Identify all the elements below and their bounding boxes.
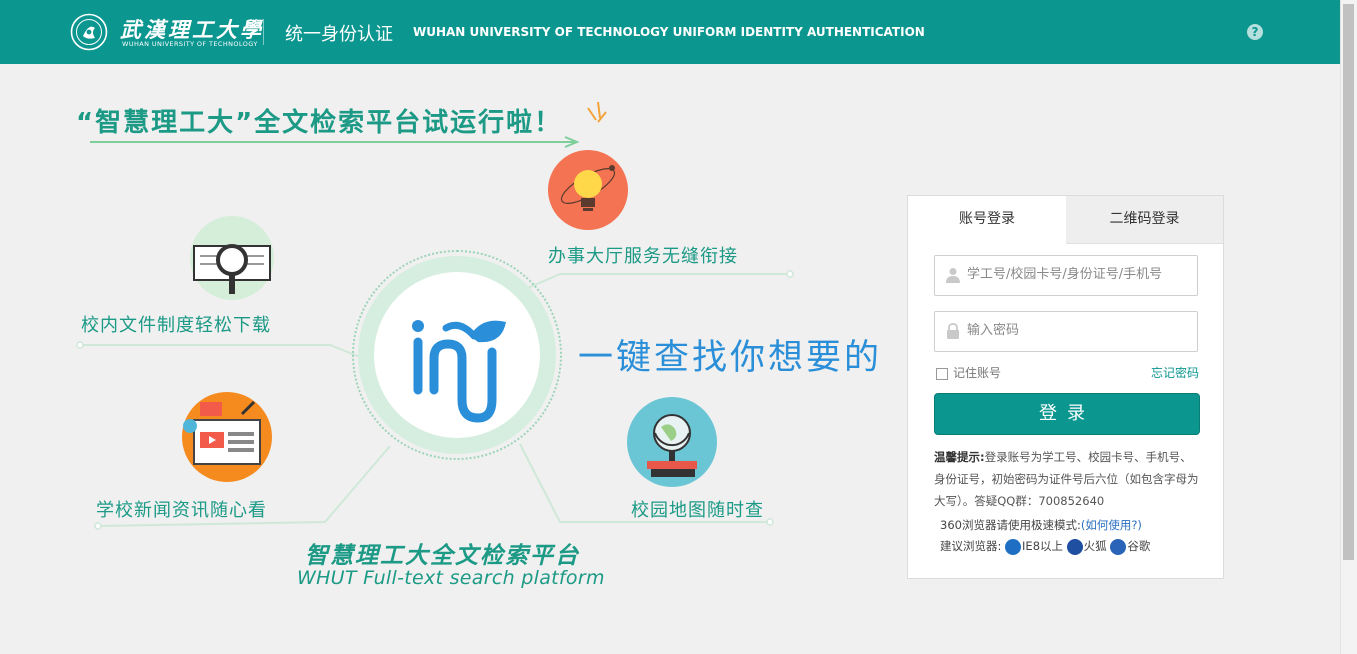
feature-label-documents: 校内文件制度轻松下载 bbox=[81, 315, 271, 336]
page-title: 统一身份认证 bbox=[285, 24, 393, 45]
browser-firefox-label: 火狐 bbox=[1083, 539, 1107, 553]
browser-chrome-label: 谷歌 bbox=[1127, 539, 1151, 553]
firefox-icon bbox=[1066, 538, 1083, 555]
browser-suggestion: 建议浏览器: IE8以上 火狐 谷歌 bbox=[940, 538, 1150, 555]
browser-ie-label: IE8以上 bbox=[1022, 539, 1064, 553]
news-screen-icon bbox=[182, 392, 272, 482]
tab-account-login[interactable]: 账号登录 bbox=[908, 196, 1066, 243]
how-to-use-link[interactable]: (如何使用?) bbox=[1081, 518, 1142, 532]
forgot-password-link[interactable]: 忘记密码 bbox=[1151, 364, 1199, 381]
remember-label: 记住账号 bbox=[953, 366, 1002, 380]
page-subtitle: WUHAN UNIVERSITY OF TECHNOLOGY UNIFORM I… bbox=[413, 25, 925, 39]
header-divider bbox=[263, 19, 264, 45]
globe-icon bbox=[627, 397, 717, 487]
scrollbar-thumb[interactable] bbox=[1343, 4, 1354, 560]
login-panel: 账号登录 二维码登录 记住账号 忘记密码 登录 温馨提示:登录账号为学工号、校园… bbox=[907, 195, 1224, 579]
ie-icon bbox=[1005, 538, 1022, 555]
remember-checkbox[interactable] bbox=[936, 368, 948, 380]
university-name-en: WUHAN UNIVERSITY OF TECHNOLOGY bbox=[122, 40, 258, 48]
tab-qrcode-login[interactable]: 二维码登录 bbox=[1066, 196, 1223, 244]
university-seal-icon bbox=[70, 13, 108, 51]
login-tip: 温馨提示:登录账号为学工号、校园卡号、手机号、身份证号，初始密码为证件号后六位（… bbox=[934, 446, 1202, 512]
platform-logo-icon bbox=[412, 320, 506, 423]
magnifier-book-icon bbox=[190, 216, 274, 300]
password-input[interactable] bbox=[967, 312, 1187, 349]
password-field[interactable] bbox=[934, 311, 1198, 352]
user-icon bbox=[946, 268, 960, 283]
browser-360-note: 360浏览器请使用极速模式:(如何使用?) bbox=[940, 517, 1142, 533]
feature-label-news: 学校新闻资讯随心看 bbox=[96, 500, 267, 521]
username-input[interactable] bbox=[967, 256, 1187, 293]
lightbulb-icon bbox=[548, 150, 628, 230]
browser-suggest-label: 建议浏览器: bbox=[940, 539, 1002, 553]
tip-title: 温馨提示: bbox=[934, 450, 985, 464]
banner-slogan: 一键查找你想要的 bbox=[578, 338, 883, 378]
question-circle-icon[interactable]: ? bbox=[1247, 24, 1263, 40]
platform-logo-badge bbox=[374, 272, 540, 438]
username-field[interactable] bbox=[934, 255, 1198, 296]
platform-name-en: WHUT Full-text search platform bbox=[297, 567, 605, 589]
chrome-icon bbox=[1110, 538, 1127, 555]
feature-label-campus-map: 校园地图随时查 bbox=[631, 500, 764, 521]
browser-360-text: 360浏览器请使用极速模式: bbox=[940, 518, 1081, 532]
feature-label-service-hall: 办事大厅服务无缝衔接 bbox=[548, 246, 738, 267]
platform-name-cn: 智慧理工大全文检索平台 bbox=[305, 543, 580, 569]
top-header: 武漢理工大學 WUHAN UNIVERSITY OF TECHNOLOGY 统一… bbox=[0, 0, 1340, 64]
promo-banner: “智慧理工大”全文检索平台试运行啦！ 一键查找你想要的 办事大厅服务无缝衔接 校… bbox=[0, 64, 900, 654]
login-button[interactable]: 登录 bbox=[934, 393, 1200, 435]
banner-headline: “智慧理工大”全文检索平台试运行啦！ bbox=[76, 108, 563, 138]
lock-icon bbox=[947, 323, 959, 339]
